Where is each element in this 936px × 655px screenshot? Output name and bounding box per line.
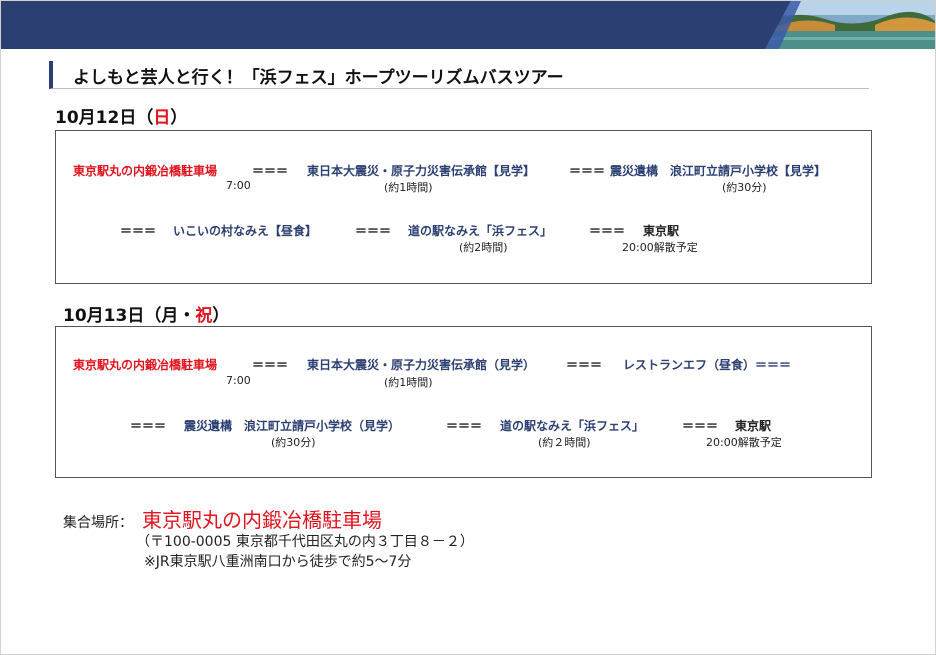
day2-date-prefix: 10月13日（月・ (63, 306, 196, 326)
day2-stop-memorial-museum: 東日本大震災・原子力災害伝承館（見学） (307, 358, 536, 372)
day2-separator: ＝＝＝ (130, 419, 167, 433)
day1-stop-ukedo-school: 震災遺構 浪江町立請戸小学校【見学】 (610, 164, 827, 178)
day2-separator: ＝＝＝ (566, 358, 603, 372)
day2-stop-ukedo-school: 震災遺構 浪江町立請戸小学校（見学） (184, 419, 401, 433)
day1-end-location: 東京駅 (643, 224, 680, 238)
day2-date: 10月13日（月・祝） (63, 301, 229, 326)
day2-start-location: 東京駅丸の内鍛冶橋駐車場 (73, 358, 218, 372)
day2-date-day: 祝 (195, 306, 213, 326)
day1-duration-hama-fes: (約2時間) (459, 241, 508, 254)
title-bar: よしもと芸人と行く！「浜フェス」ホープツーリズムバスツアー (49, 61, 869, 89)
header-banner (1, 1, 935, 49)
meeting-place-name: 東京駅丸の内鍛冶橋駐車場 (142, 508, 382, 532)
day1-stop-hama-fes: 道の駅なみえ「浜フェス」 (408, 224, 553, 238)
day1-date-prefix: 10月12日（ (55, 108, 154, 128)
day2-duration-school: (約30分) (271, 436, 316, 449)
day2-separator: ＝＝＝ (682, 419, 719, 433)
day1-duration-school: (約30分) (722, 181, 767, 194)
day2-duration-hama-fes: (約２時間) (538, 436, 591, 449)
day2-itinerary-box: 東京駅丸の内鍛冶橋駐車場 ＝＝＝ 東日本大震災・原子力災害伝承館（見学） ＝＝＝… (55, 326, 872, 478)
day2-separator: ＝＝＝ (446, 419, 483, 433)
meeting-place-access: ※JR東京駅八重洲南口から徒歩で約5～7分 (144, 554, 412, 570)
day1-end-time: 20:00解散予定 (622, 241, 698, 254)
day1-start-time: 7:00 (226, 179, 251, 192)
day1-date-suffix: ） (170, 108, 188, 128)
day2-duration-museum: (約1時間) (384, 376, 433, 389)
meeting-place-label: 集合場所： (63, 515, 133, 531)
day1-separator: ＝＝＝ (120, 224, 157, 238)
day2-end-location: 東京駅 (735, 419, 772, 433)
day1-separator: ＝＝＝ (589, 224, 626, 238)
lake-landscape-photo (765, 1, 935, 49)
day1-separator: ＝＝＝ (569, 164, 606, 178)
day2-separator: ＝＝＝ (252, 358, 289, 372)
day1-stop-lunch: いこいの村なみえ【昼食】 (173, 224, 318, 238)
day1-date-day: 日 (153, 108, 171, 128)
page-title: よしもと芸人と行く！「浜フェス」ホープツーリズムバスツアー (73, 68, 564, 88)
day1-date: 10月12日（日） (55, 103, 187, 128)
slide: よしもと芸人と行く！「浜フェス」ホープツーリズムバスツアー 10月12日（日） … (0, 0, 936, 655)
day2-end-time: 20:00解散予定 (706, 436, 782, 449)
day1-start-location: 東京駅丸の内鍛冶橋駐車場 (73, 164, 218, 178)
day2-stop-hama-fes: 道の駅なみえ「浜フェス」 (500, 419, 645, 433)
meeting-place-address: （〒100-0005 東京都千代田区丸の内３丁目８－２） (136, 534, 474, 550)
day2-stop-lunch: レストランエフ（昼食）＝＝＝ (623, 358, 792, 372)
day1-duration-museum: (約1時間) (384, 181, 433, 194)
day2-start-time: 7:00 (226, 374, 251, 387)
day1-separator: ＝＝＝ (355, 224, 392, 238)
day1-stop-memorial-museum: 東日本大震災・原子力災害伝承館【見学】 (307, 164, 536, 178)
day1-itinerary-box: 東京駅丸の内鍛冶橋駐車場 ＝＝＝ 東日本大震災・原子力災害伝承館【見学】 ＝＝＝… (55, 130, 872, 284)
day2-date-suffix: ） (212, 306, 230, 326)
day1-separator: ＝＝＝ (252, 164, 289, 178)
